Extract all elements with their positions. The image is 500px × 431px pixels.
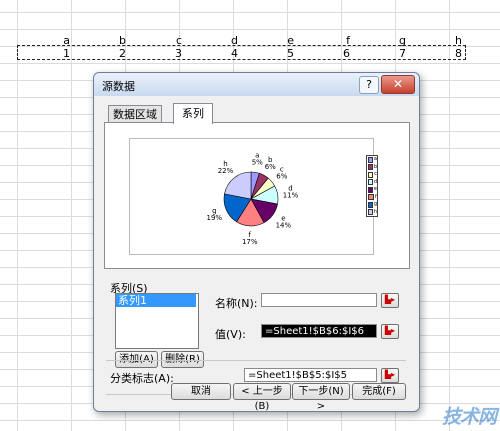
name-range-picker-button[interactable]: ▙▸ xyxy=(381,293,399,308)
chart-legend: abcdefgh xyxy=(366,155,378,217)
dialog-titlebar[interactable]: 源数据 ? ✕ xyxy=(94,73,419,96)
pie-label-c: c 6% xyxy=(276,166,287,181)
close-button[interactable]: ✕ xyxy=(381,75,415,94)
pie-label-f: f 17% xyxy=(242,231,258,246)
legend-item-c: c xyxy=(367,171,377,179)
cell-value-3[interactable]: 3 xyxy=(129,47,185,60)
legend-label-d: d xyxy=(373,178,377,185)
tab-data-range[interactable]: 数据区域 xyxy=(108,105,162,123)
cell-value-7[interactable]: 7 xyxy=(353,47,409,60)
legend-swatch-b xyxy=(368,164,373,171)
legend-swatch-e xyxy=(368,186,373,193)
separator xyxy=(106,360,406,361)
category-range-picker-button[interactable]: ▙▸ xyxy=(381,368,399,383)
pie-slice-h xyxy=(224,171,252,200)
series-list-item[interactable]: 系列1 xyxy=(116,294,196,307)
cell-value-8[interactable]: 8 xyxy=(409,47,465,60)
source-data-dialog: 源数据 ? ✕ 数据区域 系列 a 5% b 6% c 6% d 11% e 14% f 17% g 19… xyxy=(93,72,420,412)
name-input[interactable] xyxy=(261,293,377,307)
series-preview-panel: a 5% b 6% c 6% d 11% e 14% f 17% g 19% h 22% abcdefgh xyxy=(104,122,410,269)
dialog-body: 数据区域 系列 a 5% b 6% c 6% d 11% e 14% f 17% g 19% h 22% ab… xyxy=(98,98,415,412)
legend-item-b: b xyxy=(367,164,377,172)
sheet-value-row: 1 2 3 4 5 6 7 8 xyxy=(17,47,465,60)
cell-value-1[interactable]: 1 xyxy=(17,47,73,60)
pie-label-a: a 5% xyxy=(252,151,263,166)
value-input[interactable]: =Sheet1!$B$6:$I$6 xyxy=(261,324,377,338)
legend-item-a: a xyxy=(367,156,377,164)
legend-label-h: h xyxy=(373,208,377,215)
legend-item-g: g xyxy=(367,201,377,209)
legend-item-e: e xyxy=(367,186,377,194)
pie-chart: a 5% b 6% c 6% d 11% e 14% f 17% g 19% h 22% xyxy=(207,151,299,246)
finish-button[interactable]: 完成(F) xyxy=(352,383,406,400)
pie-label-d: d 11% xyxy=(283,185,299,200)
legend-label-e: e xyxy=(373,186,377,193)
legend-swatch-c xyxy=(368,171,374,178)
legend-swatch-d xyxy=(368,179,373,186)
next-button[interactable]: 下一步(N) > xyxy=(292,383,350,412)
series-listbox[interactable]: 系列1 xyxy=(115,293,199,349)
value-range-picker-button[interactable]: ▙▸ xyxy=(381,324,399,339)
legend-item-h: h xyxy=(367,209,377,217)
legend-swatch-a xyxy=(368,156,373,163)
pie-label-b: b 6% xyxy=(265,156,276,171)
legend-swatch-h xyxy=(368,209,373,216)
pie-label-g: g 19% xyxy=(207,207,223,222)
legend-swatch-f xyxy=(368,194,374,201)
value-label: 值(V): xyxy=(215,328,246,341)
help-button[interactable]: ? xyxy=(359,76,379,94)
legend-swatch-g xyxy=(368,201,373,208)
watermark-logo: 技术网 xyxy=(441,406,497,428)
back-button[interactable]: < 上一步(B) xyxy=(233,383,291,412)
legend-label-g: g xyxy=(373,201,377,208)
cell-value-6[interactable]: 6 xyxy=(297,47,353,60)
dialog-title: 源数据 xyxy=(102,80,135,93)
category-label: 分类标志(A): xyxy=(110,372,174,385)
legend-label-f: f xyxy=(375,193,377,200)
cancel-button[interactable]: 取消 xyxy=(171,383,231,400)
category-input[interactable]: =Sheet1!$B$5:$I$5 xyxy=(244,368,377,382)
legend-label-b: b xyxy=(373,163,377,170)
pie-label-e: e 14% xyxy=(276,215,292,230)
legend-label-c: c xyxy=(374,171,377,178)
cell-value-4[interactable]: 4 xyxy=(185,47,241,60)
tab-series[interactable]: 系列 xyxy=(173,103,213,124)
cell-value-2[interactable]: 2 xyxy=(73,47,129,60)
legend-item-f: f xyxy=(367,194,377,202)
pie-label-h: h 22% xyxy=(218,160,234,175)
name-label: 名称(N): xyxy=(215,297,258,310)
chart-preview: a 5% b 6% c 6% d 11% e 14% f 17% g 19% h 22% abcdefgh xyxy=(129,138,378,255)
cell-value-5[interactable]: 5 xyxy=(241,47,297,60)
legend-item-d: d xyxy=(367,179,377,187)
legend-label-a: a xyxy=(373,156,377,163)
